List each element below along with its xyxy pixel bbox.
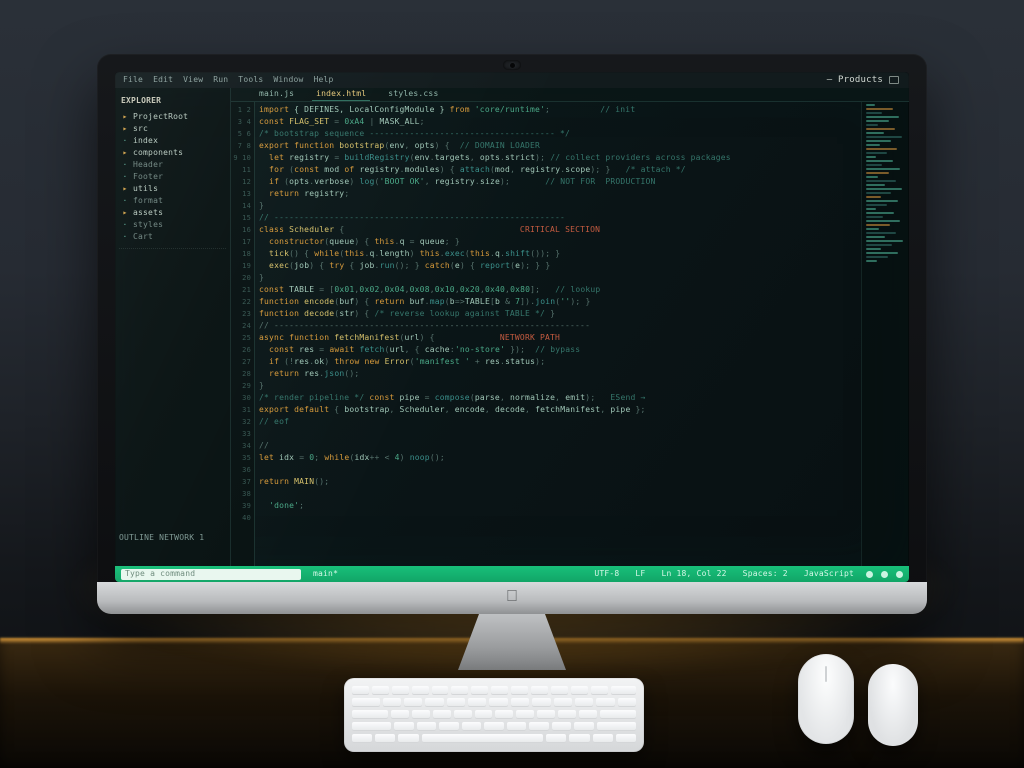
minimap[interactable] [861,102,909,566]
menu-tools[interactable]: Tools [238,74,263,86]
menu-edit[interactable]: Edit [153,74,173,86]
status-bar[interactable]: Type a command main* UTF-8 LF Ln 18, Col… [115,566,909,582]
status-position[interactable]: Ln 18, Col 22 [657,568,730,580]
tree-item[interactable]: · styles [119,219,226,231]
menu-view[interactable]: View [183,74,203,86]
file-icon: · [121,219,129,231]
command-input[interactable]: Type a command [121,569,301,580]
status-dot-icon [896,571,903,578]
sidebar-footer: OUTLINE NETWORK 1 [119,532,204,544]
tree-item-label: ProjectRoot [133,111,188,123]
folder-icon: ▸ [121,183,129,195]
file-icon: · [121,231,129,243]
folder-icon: ▸ [121,147,129,159]
file-icon: · [121,159,129,171]
mouse [798,654,854,744]
code-content: import { DEFINES, LocalConfigModule } fr… [259,104,855,512]
keyboard [344,678,644,752]
file-icon: · [121,195,129,207]
webcam [503,60,521,70]
tree-item[interactable]: · format [119,195,226,207]
tree-item-label: components [133,147,183,159]
tree-item-label: src [133,123,148,135]
monitor-stand [427,614,597,684]
tree-item-label: Footer [133,171,163,183]
menu-help[interactable]: Help [314,74,334,86]
menu-bar[interactable]: File Edit View Run Tools Window Help [115,72,909,88]
folder-icon: ▸ [121,207,129,219]
top-right-label[interactable]: — Products [827,74,883,86]
status-encoding[interactable]: UTF-8 [590,568,623,580]
status-language[interactable]: JavaScript [800,568,858,580]
mouse-secondary [868,664,918,746]
window-control-icon[interactable] [889,76,899,84]
tab-2[interactable]: index.html [312,88,370,101]
tree-item[interactable]: ▸ utils [119,183,226,195]
explorer-sidebar[interactable]: EXPLORER ▸ ProjectRoot ▸ src · index ▸ componen… [115,88,231,566]
tree-item[interactable]: · Cart [119,231,226,243]
tree-item[interactable]: · Footer [119,171,226,183]
tree-item-label: Cart [133,231,153,243]
folder-icon: ▸ [121,123,129,135]
file-icon: · [121,135,129,147]
editor-main: main.js index.html styles.css 1 2 3 4 5 … [231,88,909,566]
tree-item[interactable]: ▸ src [119,123,226,135]
tree-item[interactable]: · Header [119,159,226,171]
screen: File Edit View Run Tools Window Help — P… [115,72,909,582]
apple-logo-icon:  [506,588,518,606]
window-top-right: — Products [827,74,899,86]
file-tree[interactable]: ▸ ProjectRoot ▸ src · index ▸ components · Header… [119,111,226,243]
tree-item[interactable]: · index [119,135,226,147]
menu-window[interactable]: Window [273,74,303,86]
status-dot-icon [881,571,888,578]
tree-item[interactable]: ▸ ProjectRoot [119,111,226,123]
status-dot-icon [866,571,873,578]
menu-run[interactable]: Run [213,74,228,86]
status-branch[interactable]: main* [309,568,342,580]
tree-item-label: Header [133,159,163,171]
tree-item[interactable]: ▸ assets [119,207,226,219]
sidebar-heading: EXPLORER [121,95,226,107]
tree-item-label: index [133,135,158,147]
monitor-chin:  [97,582,927,614]
file-icon: · [121,171,129,183]
tree-item[interactable]: ▸ components [119,147,226,159]
tab-bar[interactable]: main.js index.html styles.css [231,88,909,102]
tab-1[interactable]: main.js [255,88,298,101]
menu-file[interactable]: File [123,74,143,86]
line-number-gutter: 1 2 3 4 5 6 7 8 9 10 11 12 13 14 15 16 1… [231,102,255,566]
folder-icon: ▸ [121,111,129,123]
status-eol[interactable]: LF [631,568,649,580]
code-area[interactable]: import { DEFINES, LocalConfigModule } fr… [255,102,859,566]
tree-item-label: utils [133,183,158,195]
code-editor-app: File Edit View Run Tools Window Help — P… [115,72,909,582]
status-indent[interactable]: Spaces: 2 [739,568,792,580]
tree-item-label: assets [133,207,163,219]
tree-item-label: styles [133,219,163,231]
imac-monitor: File Edit View Run Tools Window Help — P… [97,54,927,614]
tab-3[interactable]: styles.css [384,88,442,101]
tree-item-label: format [133,195,163,207]
